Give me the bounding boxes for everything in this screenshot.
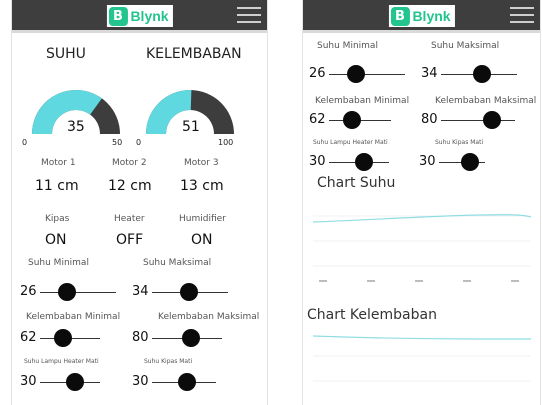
chart-suhu-title: Chart Suhu (317, 175, 396, 191)
slider-suhu-maksimal[interactable]: 34 (421, 64, 521, 84)
heater-status: OFF (116, 232, 144, 248)
slider-suhu-minimal[interactable]: 26 (20, 282, 120, 302)
heater-label: Heater (114, 214, 145, 224)
chart-tick (415, 280, 423, 282)
slider-kipas-mati-value: 30 (132, 374, 149, 389)
slider-track (329, 74, 405, 75)
slider-kelembaban-maksimal-label: Kelembaban Maksimal (435, 96, 537, 106)
motor-3-value: 13 cm (180, 178, 224, 194)
slider-knob[interactable] (483, 111, 501, 129)
blynk-logo-icon: B (108, 6, 128, 26)
slider-heater-mati-value: 30 (309, 154, 326, 169)
slider-kelembaban-minimal-label: Kelembaban Minimal (315, 96, 410, 106)
slider-kelembaban-maksimal-label: Kelembaban Maksimal (158, 312, 260, 322)
slider-kelembaban-minimal[interactable]: 62 (20, 328, 120, 348)
slider-suhu-maksimal-value: 34 (421, 66, 438, 81)
humidifier-label: Humidifier (179, 214, 226, 224)
chart-tick (367, 280, 375, 282)
slider-knob[interactable] (461, 153, 479, 171)
chart-suhu-x-ticks (319, 280, 519, 282)
slider-kelembaban-maksimal[interactable]: 80 (132, 328, 232, 348)
chart-suhu[interactable] (309, 196, 535, 292)
slider-suhu-minimal[interactable]: 26 (309, 64, 409, 84)
gauge-kelembaban-min: 0 (136, 138, 142, 147)
slider-knob[interactable] (54, 329, 72, 347)
chart-tick (511, 280, 519, 282)
slider-kelembaban-maksimal-value: 80 (421, 112, 438, 127)
slider-kelembaban-minimal-value: 62 (20, 330, 37, 345)
motor-1-value: 11 cm (35, 178, 79, 194)
gauge-kelembaban-max: 100 (218, 138, 234, 147)
slider-knob[interactable] (347, 65, 365, 83)
kipas-label: Kipas (45, 214, 70, 224)
slider-track (441, 120, 515, 121)
chart-tick (319, 280, 327, 282)
slider-kipas-mati[interactable]: 30 (132, 372, 232, 392)
slider-kipas-mati-value: 30 (419, 154, 436, 169)
blynk-logo-text: Blynk (130, 8, 169, 24)
right-phone-screen: B Blynk Suhu Minimal Suhu Maksimal 26 34… (303, 0, 540, 405)
chart-kelembaban-title: Chart Kelembaban (307, 307, 437, 323)
slider-knob[interactable] (473, 65, 491, 83)
chart-kelembaban-series-line (312, 335, 531, 340)
hamburger-menu-icon[interactable] (510, 4, 534, 26)
humidifier-status: ON (191, 232, 213, 248)
slider-kelembaban-maksimal[interactable]: 80 (421, 110, 531, 130)
gauge-kelembaban-value: 51 (182, 119, 200, 135)
slider-suhu-maksimal-label: Suhu Maksimal (143, 258, 212, 268)
slider-kipas-mati-label: Suhu Kipas Mati (435, 139, 484, 146)
chart-tick (463, 280, 471, 282)
motor-3-label: Motor 3 (184, 158, 219, 168)
slider-heater-mati-label: Suhu Lampu Heater Mati (24, 358, 99, 365)
slider-heater-mati[interactable]: 30 (20, 372, 120, 392)
hamburger-menu-icon[interactable] (237, 4, 261, 26)
slider-knob[interactable] (355, 153, 373, 171)
slider-suhu-minimal-value: 26 (309, 66, 326, 81)
slider-suhu-minimal-label: Suhu Minimal (28, 258, 89, 268)
gauge-suhu-max: 50 (112, 138, 123, 147)
slider-knob[interactable] (58, 283, 76, 301)
slider-suhu-minimal-value: 26 (20, 284, 37, 299)
gauge-suhu-min: 0 (22, 138, 28, 147)
motor-2-label: Motor 2 (112, 158, 147, 168)
slider-kelembaban-minimal[interactable]: 62 (309, 110, 409, 130)
slider-knob[interactable] (182, 329, 200, 347)
slider-track (40, 292, 116, 293)
gauge-suhu-value: 35 (67, 119, 85, 135)
slider-heater-mati-label: Suhu Lampu Heater Mati (313, 139, 388, 146)
top-bar: B Blynk (303, 0, 540, 33)
slider-kelembaban-minimal-label: Kelembaban Minimal (26, 312, 121, 322)
slider-knob[interactable] (343, 111, 361, 129)
blynk-logo: B Blynk (388, 5, 455, 27)
slider-suhu-maksimal[interactable]: 34 (132, 282, 232, 302)
chart-kelembaban[interactable] (309, 326, 535, 402)
slider-knob[interactable] (178, 373, 196, 391)
blynk-logo-icon: B (390, 6, 410, 26)
left-phone-screen: B Blynk SUHU KELEMBABAN 35 0 50 51 0 100… (12, 0, 267, 405)
slider-kipas-mati[interactable]: 30 (419, 152, 519, 172)
motor-1-label: Motor 1 (41, 158, 76, 168)
slider-knob[interactable] (66, 373, 84, 391)
slider-suhu-maksimal-value: 34 (132, 284, 149, 299)
slider-heater-mati[interactable]: 30 (309, 152, 409, 172)
slider-suhu-maksimal-label: Suhu Maksimal (431, 41, 500, 51)
suhu-title: SUHU (46, 46, 86, 62)
blynk-logo: B Blynk (106, 5, 173, 27)
slider-kelembaban-minimal-value: 62 (309, 112, 326, 127)
slider-heater-mati-value: 30 (20, 374, 37, 389)
kipas-status: ON (45, 232, 67, 248)
top-bar: B Blynk (12, 0, 267, 33)
slider-suhu-minimal-label: Suhu Minimal (317, 41, 378, 51)
motor-2-value: 12 cm (108, 178, 152, 194)
slider-kipas-mati-label: Suhu Kipas Mati (144, 358, 193, 365)
slider-kelembaban-maksimal-value: 80 (132, 330, 149, 345)
slider-knob[interactable] (180, 283, 198, 301)
kelembaban-title: KELEMBABAN (146, 46, 242, 62)
blynk-logo-text: Blynk (412, 8, 451, 24)
